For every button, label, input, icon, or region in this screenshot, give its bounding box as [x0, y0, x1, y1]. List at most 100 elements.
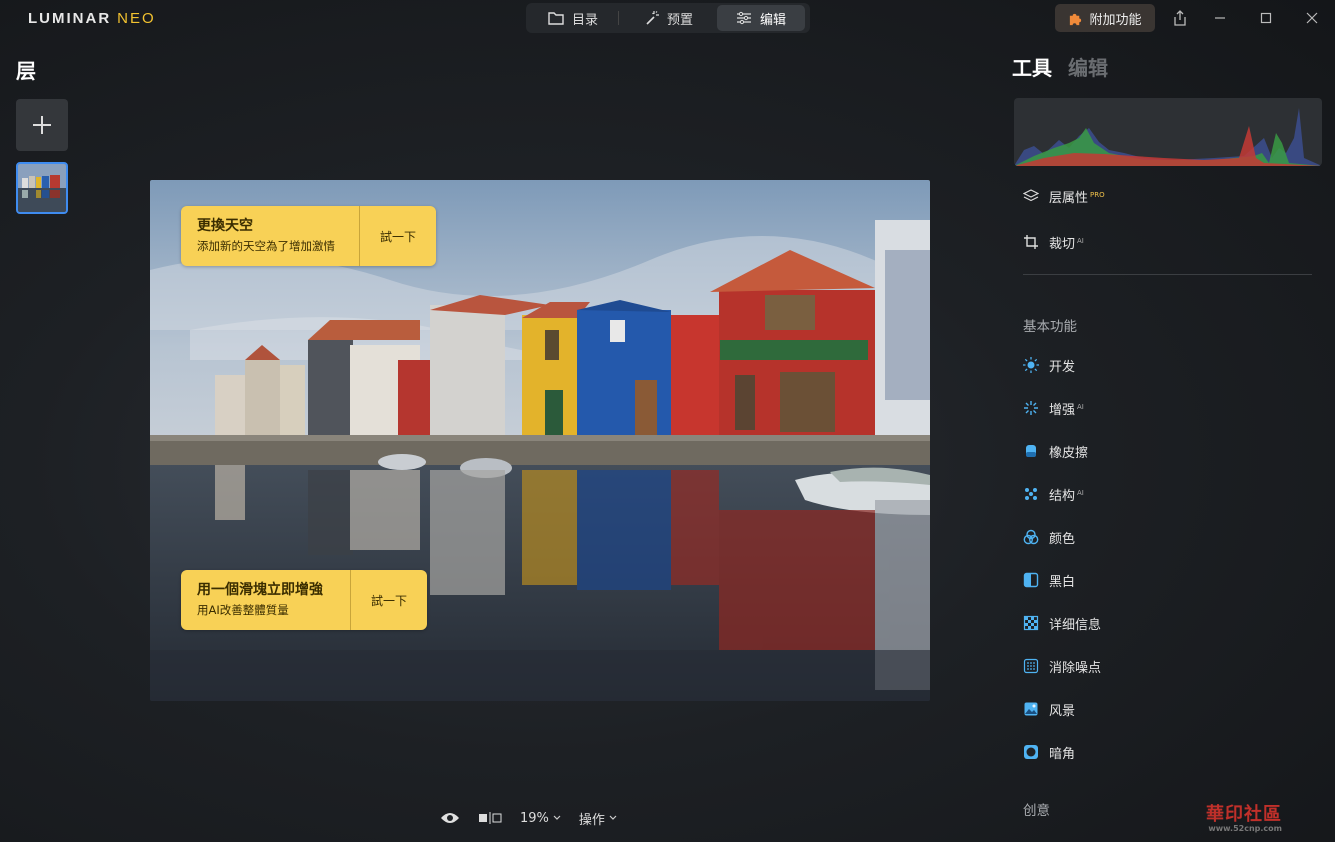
tool-enhance[interactable]: 增强 AI [1023, 397, 1084, 419]
crop-row[interactable]: 裁切 AI [1023, 231, 1084, 253]
layers-stack-icon [1023, 188, 1039, 204]
vignette-icon [1023, 744, 1039, 760]
mode-catalog-button[interactable]: 目录 [528, 5, 618, 31]
actions-dropdown[interactable]: 操作 [579, 809, 617, 828]
tool-bw[interactable]: 黑白 [1023, 569, 1075, 591]
chevron-down-icon [553, 815, 561, 820]
mode-presets-label: 预置 [666, 12, 693, 28]
tool-develop-label: 开发 [1049, 359, 1076, 375]
ai-badge: AI [1077, 402, 1084, 411]
replace-sky-card: 更換天空 添加新的天空為了增加激情 試一下 [181, 206, 436, 266]
ai-badge: AI [1077, 488, 1084, 497]
puzzle-icon [1070, 13, 1082, 25]
tool-structure[interactable]: 结构 AI [1023, 483, 1084, 505]
layer-properties-label: 层属性 [1049, 190, 1089, 206]
layer-properties-row[interactable]: 层属性 PRO [1023, 185, 1105, 207]
enhance-text: 用一個滑塊立即增強 用AI改善整體質量 [181, 570, 350, 630]
histogram-graph [1014, 108, 1322, 166]
mode-catalog-label: 目录 [571, 12, 598, 28]
tool-color[interactable]: 颜色 [1023, 526, 1075, 548]
tool-eraser[interactable]: 橡皮擦 [1023, 440, 1088, 462]
addons-label: 附加功能 [1089, 12, 1142, 28]
section-creative-title: 创意 [1023, 803, 1050, 819]
maximize-icon [1260, 12, 1272, 24]
watermark-url: www.52cnp.com [1208, 824, 1282, 833]
compare-icon [479, 812, 502, 824]
mode-presets-button[interactable]: 预置 [619, 5, 717, 31]
noise-grid-icon [1023, 658, 1039, 674]
share-button[interactable] [1170, 8, 1190, 28]
tool-denoise-label: 消除噪点 [1049, 660, 1102, 676]
layers-title: 层 [16, 59, 36, 83]
chevron-down-icon [609, 815, 617, 820]
pro-badge: PRO [1090, 190, 1105, 199]
replace-sky-text: 更換天空 添加新的天空為了增加激情 [181, 206, 359, 266]
histogram [1014, 98, 1322, 166]
maximize-button[interactable] [1256, 8, 1276, 28]
enhance-card: 用一個滑塊立即增強 用AI改善整體質量 試一下 [181, 570, 427, 630]
tool-vignette[interactable]: 暗角 [1023, 741, 1075, 763]
folder-icon [548, 12, 564, 25]
close-icon [1306, 12, 1318, 24]
tab-edits[interactable]: 编辑 [1068, 52, 1108, 81]
crop-icon [1023, 234, 1039, 250]
tab-tools[interactable]: 工具 [1012, 52, 1052, 81]
tool-bw-label: 黑白 [1049, 574, 1076, 590]
tool-vignette-label: 暗角 [1049, 746, 1076, 762]
mode-edit-label: 编辑 [759, 12, 786, 28]
zoom-value: 19% [520, 810, 549, 826]
checker-icon [1023, 615, 1039, 631]
crop-label: 裁切 [1049, 236, 1076, 252]
zoom-dropdown[interactable]: 19% [520, 811, 561, 826]
replace-sky-subtitle: 添加新的天空為了增加激情 [197, 239, 335, 253]
sparkle-icon [1023, 400, 1039, 416]
color-circles-icon [1023, 529, 1039, 545]
enhance-subtitle: 用AI改善整體質量 [197, 603, 289, 617]
replace-sky-try-button[interactable]: 試一下 [359, 206, 436, 266]
close-button[interactable] [1302, 8, 1322, 28]
add-layer-button[interactable] [16, 99, 68, 151]
ai-badge: AI [1077, 236, 1084, 245]
landscape-icon [1023, 701, 1039, 717]
minimize-button[interactable] [1210, 8, 1230, 28]
replace-sky-title: 更換天空 [197, 218, 253, 234]
sun-icon [1023, 357, 1039, 373]
minimize-icon [1215, 17, 1225, 19]
logo-neo-text: NEO [117, 10, 156, 27]
enhance-title: 用一個滑塊立即增強 [197, 582, 323, 598]
layer-thumbnail-image [18, 164, 66, 212]
bw-half-icon [1023, 572, 1039, 588]
watermark-text: 華印社區 [1206, 804, 1282, 825]
tool-structure-label: 结构 [1049, 488, 1076, 504]
eraser-icon [1023, 443, 1039, 459]
tool-denoise[interactable]: 消除噪点 [1023, 655, 1101, 677]
dots-icon [1023, 486, 1039, 502]
tool-landscape[interactable]: 风景 [1023, 698, 1075, 720]
sliders-icon [736, 11, 751, 25]
preview-toggle-button[interactable] [440, 811, 460, 825]
eye-icon [441, 813, 459, 823]
tool-eraser-label: 橡皮擦 [1049, 445, 1089, 461]
plus-icon [33, 116, 51, 134]
right-panel-tabs: 工具 编辑 [1012, 52, 1108, 81]
bottom-toolbar: 19% 操作 [440, 806, 617, 830]
tool-landscape-label: 风景 [1049, 703, 1076, 719]
tool-details-label: 详细信息 [1049, 617, 1102, 633]
layer-thumbnail[interactable] [16, 162, 68, 214]
compare-button[interactable] [478, 811, 502, 825]
enhance-try-button[interactable]: 試一下 [350, 570, 427, 630]
addons-button[interactable]: 附加功能 [1055, 4, 1155, 32]
tool-color-label: 颜色 [1049, 531, 1076, 547]
tool-develop[interactable]: 开发 [1023, 354, 1075, 376]
mode-switcher: 目录 预置 编辑 [526, 3, 810, 33]
share-icon [1174, 10, 1186, 26]
actions-label: 操作 [578, 812, 605, 828]
section-basic-title: 基本功能 [1023, 319, 1077, 335]
app-logo: LUMINAR NEO [28, 10, 156, 27]
logo-text: LUMINAR [28, 10, 112, 27]
right-panel-divider [1023, 274, 1312, 275]
tool-details[interactable]: 详细信息 [1023, 612, 1101, 634]
mode-edit-button[interactable]: 编辑 [717, 5, 805, 31]
watermark: 華印社區 www.52cnp.com [1206, 800, 1282, 833]
tool-enhance-label: 增强 [1049, 402, 1076, 418]
